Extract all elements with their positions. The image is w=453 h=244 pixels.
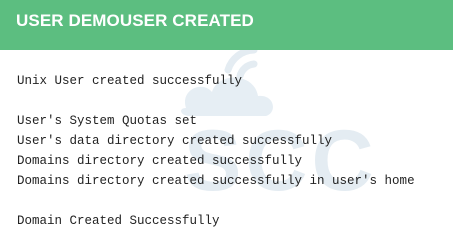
- log-line: Domain Created Successfully: [17, 214, 220, 228]
- log-line: Domains directory created successfully: [17, 154, 303, 168]
- log-line: User's data directory created successful…: [17, 134, 333, 148]
- page-title: USER DEMOUSER CREATED: [16, 11, 254, 30]
- log-line: User's System Quotas set: [17, 114, 198, 128]
- header-bar: USER DEMOUSER CREATED: [0, 0, 453, 50]
- log-line: Unix User created successfully: [17, 74, 243, 88]
- result-page: USER DEMOUSER CREATED SCCU Unix User cre…: [0, 0, 453, 244]
- creation-log: Unix User created successfully User's Sys…: [17, 71, 415, 231]
- log-line: Domains directory created successfully i…: [17, 174, 415, 188]
